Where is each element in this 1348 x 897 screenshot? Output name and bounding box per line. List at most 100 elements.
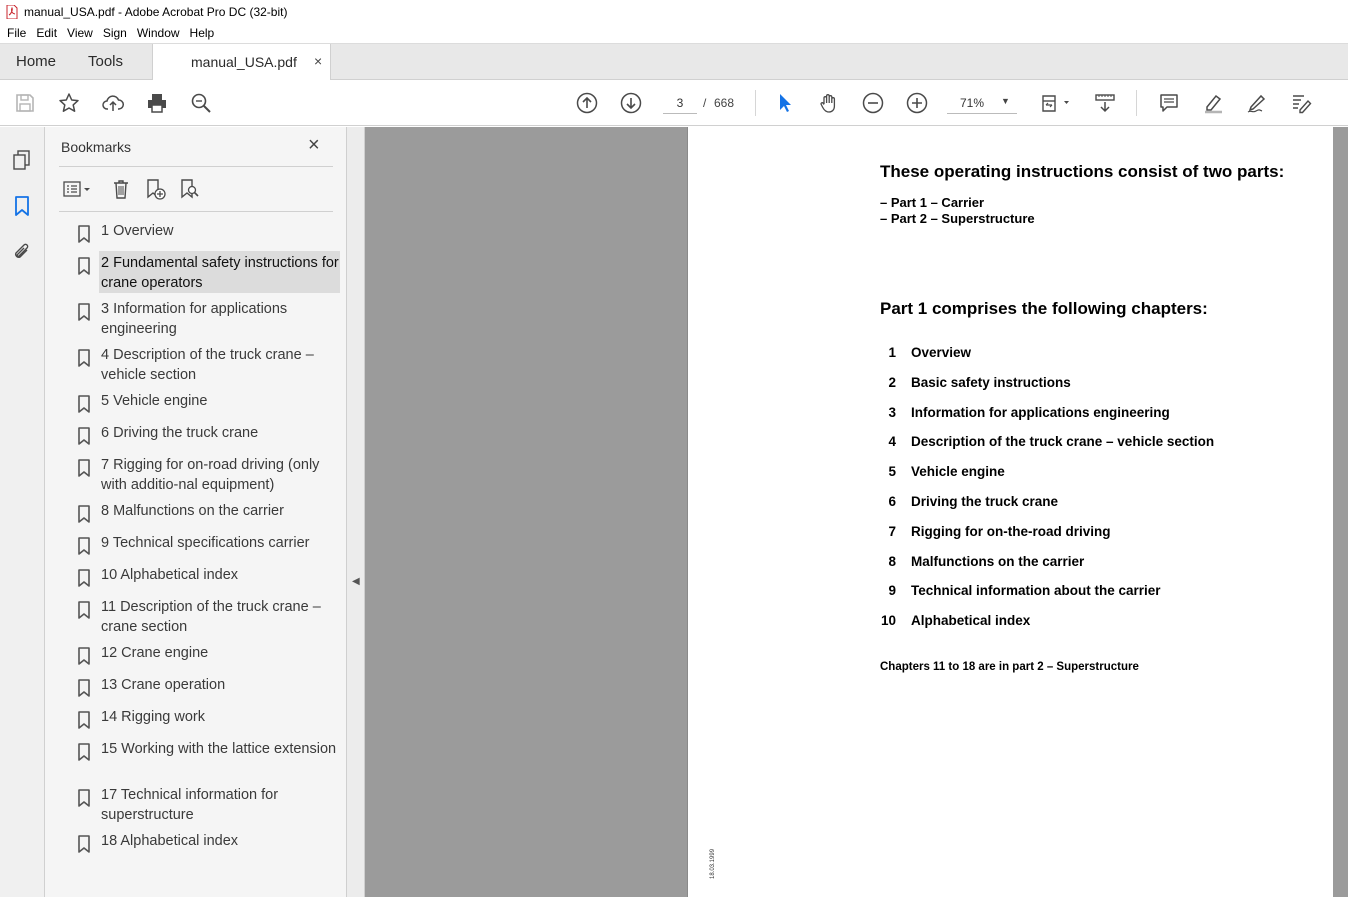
sign-pen-icon[interactable]: [1245, 91, 1269, 115]
chapter-number: 8: [888, 554, 896, 569]
hand-tool-icon[interactable]: [817, 91, 841, 115]
menu-bar: File Edit View Sign Window Help: [0, 23, 1348, 43]
tab-document[interactable]: manual_USA.pdf ×: [152, 44, 331, 81]
document-view[interactable]: These operating instructions consist of …: [365, 127, 1348, 897]
bookmarks-panel: Bookmarks × 1 Overview 2 Fundamental safe…: [45, 127, 347, 897]
zoom-out-icon[interactable]: [861, 91, 885, 115]
save-icon[interactable]: [13, 91, 37, 115]
next-page-icon[interactable]: [619, 91, 643, 115]
title-bar: manual_USA.pdf - Adobe Acrobat Pro DC (3…: [0, 0, 1348, 23]
chapter-title: Overview: [911, 345, 972, 360]
menu-view[interactable]: View: [62, 26, 98, 40]
previous-page-icon[interactable]: [575, 91, 599, 115]
chapter-number: 10: [880, 613, 896, 628]
chapter-title: Driving the truck crane: [911, 494, 1059, 509]
new-bookmark-icon[interactable]: [141, 175, 169, 203]
bookmark-label: 12 Crane engine: [101, 645, 209, 661]
bookmark-label: 11 Description of the truck crane – cran…: [101, 599, 321, 635]
chapter-title: Description of the truck crane – vehicle…: [911, 434, 1215, 449]
chapter-title: Malfunctions on the carrier: [911, 554, 1085, 569]
bookmark-label: 7 Rigging for on-road driving (only with…: [101, 457, 320, 493]
bookmark-label: 8 Malfunctions on the carrier: [101, 503, 284, 519]
page-fit-icon[interactable]: [1037, 91, 1073, 115]
chapter-number: 6: [888, 494, 896, 509]
delete-bookmark-icon[interactable]: [107, 175, 135, 203]
tab-home[interactable]: Home: [16, 53, 56, 70]
attachments-icon[interactable]: [10, 240, 34, 264]
toolbar-divider: [1136, 90, 1137, 116]
bookmark-label: 14 Rigging work: [101, 709, 205, 725]
highlight-icon[interactable]: [1201, 91, 1225, 115]
chapter-number: 7: [888, 524, 896, 539]
bookmark-icon: [78, 427, 90, 445]
menu-sign[interactable]: Sign: [98, 26, 132, 40]
cloud-upload-icon[interactable]: [101, 91, 125, 115]
bookmark-label: 9 Technical specifications carrier: [101, 535, 310, 551]
bookmarks-icon[interactable]: [10, 194, 34, 218]
tab-tools[interactable]: Tools: [88, 53, 123, 70]
chapter-number: 1: [888, 345, 896, 360]
bookmark-icon: [78, 789, 90, 807]
zoom-level-select[interactable]: 71% ▼: [947, 92, 1017, 114]
chevron-down-icon: ▼: [1001, 96, 1010, 106]
bookmark-options-icon[interactable]: [59, 175, 95, 203]
scroll-mode-icon[interactable]: [1093, 91, 1117, 115]
tab-bar: Home Tools manual_USA.pdf ×: [0, 43, 1348, 81]
bookmark-icon: [78, 569, 90, 587]
chapter-number: 9: [888, 583, 896, 598]
page-number-input[interactable]: [663, 92, 697, 114]
pdf-file-icon: [6, 4, 18, 19]
toolbar-divider: [755, 90, 756, 116]
select-cursor-icon[interactable]: [773, 91, 797, 115]
part-1-line: – Part 1 – Carrier: [880, 195, 985, 210]
page-thumbnails-icon[interactable]: [10, 148, 34, 172]
chapter-title: Rigging for on-the-road driving: [911, 524, 1111, 539]
bookmark-label: 1 Overview: [101, 223, 174, 239]
collapse-arrow-icon: ◀: [352, 576, 360, 587]
zoom-level-value: 71%: [960, 96, 985, 110]
chapter-number: 5: [888, 464, 896, 479]
zoom-in-icon[interactable]: [905, 91, 929, 115]
menu-edit[interactable]: Edit: [31, 26, 62, 40]
navigation-rail: [0, 127, 45, 897]
page-edge: [1333, 127, 1348, 897]
page-total: 668: [714, 96, 735, 110]
window-title: manual_USA.pdf - Adobe Acrobat Pro DC (3…: [24, 4, 288, 19]
chapter-title: Basic safety instructions: [911, 375, 1071, 390]
close-icon[interactable]: ×: [308, 135, 320, 155]
tab-document-label: manual_USA.pdf: [191, 54, 297, 70]
chapters-heading: Part 1 comprises the following chapters:: [880, 299, 1208, 318]
pdf-page: These operating instructions consist of …: [687, 127, 1333, 897]
bookmark-icon: [78, 835, 90, 853]
bookmark-label: 15 Working with the lattice extension: [101, 741, 337, 757]
bookmark-label: 4 Description of the truck crane – vehic…: [101, 347, 314, 383]
star-icon[interactable]: [57, 91, 81, 115]
bookmark-icon: [78, 225, 90, 243]
chapter-title: Technical information about the carrier: [911, 583, 1161, 598]
menu-window[interactable]: Window: [132, 26, 185, 40]
zoom-search-icon[interactable]: [189, 91, 213, 115]
edit-pdf-icon[interactable]: [1289, 91, 1313, 115]
chapter-number: 4: [888, 434, 896, 449]
panel-collapse-handle[interactable]: ◀: [347, 127, 365, 897]
chapter-title: Vehicle engine: [911, 464, 1005, 479]
bookmark-label: 2 Fundamental safety instructions for cr…: [101, 255, 339, 291]
print-icon[interactable]: [145, 91, 169, 115]
chapters-footnote: Chapters 11 to 18 are in part 2 – Supers…: [880, 661, 1139, 673]
bookmark-icon: [78, 459, 90, 477]
panel-divider: [59, 166, 333, 167]
bookmark-icon: [78, 303, 90, 321]
bookmark-label: 6 Driving the truck crane: [101, 425, 259, 441]
panel-divider: [59, 211, 333, 212]
close-tab-icon[interactable]: ×: [314, 53, 322, 69]
panel-title: Bookmarks: [61, 139, 132, 155]
part-2-line: – Part 2 – Superstructure: [880, 211, 1035, 226]
chapter-number: 3: [888, 405, 896, 420]
find-bookmark-icon[interactable]: [175, 175, 203, 203]
menu-file[interactable]: File: [2, 26, 31, 40]
bookmark-label: 3 Information for applications engineeri…: [101, 301, 288, 337]
bookmark-icon: [78, 743, 90, 761]
menu-help[interactable]: Help: [185, 26, 220, 40]
comment-icon[interactable]: [1157, 91, 1181, 115]
bookmark-icon: [78, 349, 90, 367]
